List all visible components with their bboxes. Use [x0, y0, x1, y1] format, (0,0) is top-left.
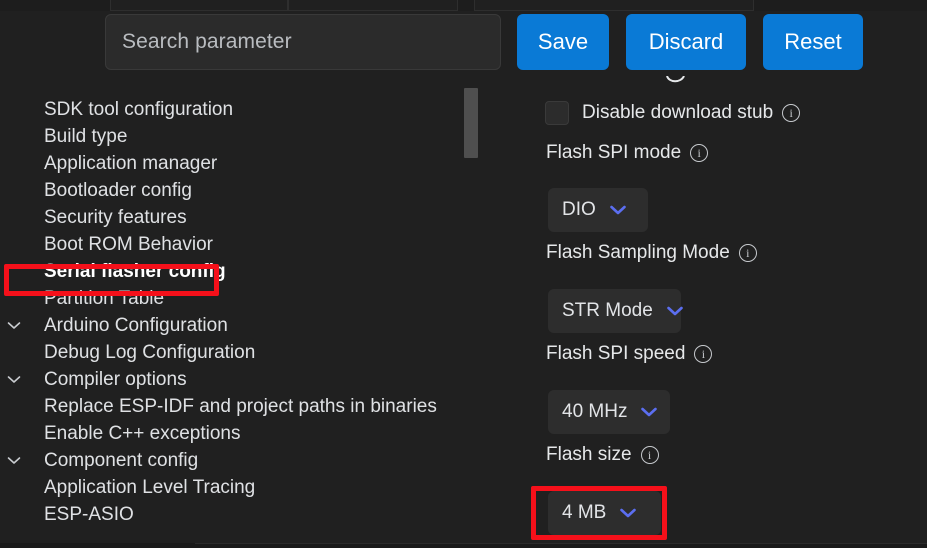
- sidebar-item-label: Enable C++ exceptions: [44, 422, 241, 444]
- flash-size-value: 4 MB: [562, 502, 607, 523]
- sidebar-item-serial-flasher-config[interactable]: Serial flasher config: [0, 258, 462, 285]
- sidebar-item-label: Boot ROM Behavior: [44, 233, 213, 255]
- settings-panel: Disable download stub i Flash SPI mode i…: [535, 78, 927, 548]
- sidebar-item-replace-esp-idf-and-project-paths-in-binaries[interactable]: Replace ESP-IDF and project paths in bin…: [0, 393, 462, 420]
- sidebar-item-sdk-tool-configuration[interactable]: SDK tool configuration: [0, 96, 462, 123]
- sidebar-item-build-type[interactable]: Build type: [0, 123, 462, 150]
- reset-button[interactable]: Reset: [763, 14, 863, 70]
- sidebar-item-label: ESP-ASIO: [44, 503, 134, 525]
- flash-spi-speed-dropdown[interactable]: 40 MHz: [548, 390, 670, 434]
- search-input[interactable]: Search parameter: [105, 14, 501, 70]
- tree-scrollbar-thumb[interactable]: [464, 88, 478, 158]
- sidebar-item-boot-rom-behavior[interactable]: Boot ROM Behavior: [0, 231, 462, 258]
- sidebar-item-label: Application Level Tracing: [44, 476, 256, 498]
- sidebar-item-label: Build type: [44, 125, 128, 147]
- flash-spi-speed-label: Flash SPI speed: [546, 343, 686, 364]
- sidebar-item-bootloader-config[interactable]: Bootloader config: [0, 177, 462, 204]
- sidebar-item-arduino-configuration[interactable]: Arduino Configuration: [0, 312, 462, 339]
- flash-spi-mode-dropdown[interactable]: DIO: [548, 188, 648, 232]
- sidebar-item-label: Component config: [44, 449, 199, 471]
- flash-size-dropdown[interactable]: 4 MB: [548, 491, 661, 535]
- sidebar-item-partition-table[interactable]: Partition Table: [0, 285, 462, 312]
- disable-download-stub-checkbox[interactable]: [545, 101, 569, 125]
- sidebar-item-application-level-tracing[interactable]: Application Level Tracing: [0, 474, 462, 501]
- sidebar-item-label: Debug Log Configuration: [44, 341, 256, 363]
- chevron-down-icon[interactable]: [0, 321, 28, 330]
- sidebar-item-component-config[interactable]: Component config: [0, 447, 462, 474]
- sidebar-item-label: Bootloader config: [44, 179, 192, 201]
- setting-flash-size-label-row: Flash size i: [546, 444, 659, 466]
- bottom-divider: [195, 543, 927, 544]
- flash-size-label: Flash size: [546, 444, 632, 465]
- setting-flash-sampling-mode-label-row: Flash Sampling Mode i: [546, 242, 757, 264]
- chrome-segment-right: [474, 0, 754, 11]
- info-icon[interactable]: i: [782, 104, 801, 122]
- flash-sampling-mode-value: STR Mode: [562, 300, 653, 321]
- chevron-down-icon: [667, 306, 683, 316]
- sidebar-item-label: Serial flasher config: [44, 260, 226, 282]
- chevron-down-icon[interactable]: [0, 375, 28, 384]
- flash-sampling-mode-label: Flash Sampling Mode: [546, 242, 730, 263]
- sidebar-item-enable-c-exceptions[interactable]: Enable C++ exceptions: [0, 420, 462, 447]
- info-icon[interactable]: i: [640, 446, 659, 464]
- parameter-tree[interactable]: SDK tool configuration Build type Applicat…: [0, 96, 462, 548]
- setting-flash-spi-mode-label-row: Flash SPI mode i: [546, 142, 709, 164]
- sidebar-item-esp-asio[interactable]: ESP-ASIO: [0, 501, 462, 528]
- chevron-down-icon: [620, 508, 637, 518]
- sidebar-item-label: SDK tool configuration: [44, 98, 234, 120]
- chevron-down-icon: [641, 407, 658, 417]
- discard-button[interactable]: Discard: [626, 14, 746, 70]
- info-icon[interactable]: i: [694, 345, 713, 363]
- sidebar-item-debug-log-configuration[interactable]: Debug Log Configuration: [0, 339, 462, 366]
- chevron-down-icon[interactable]: [0, 456, 28, 465]
- chrome-segment-middle: [288, 0, 458, 11]
- sidebar-item-label: Partition Table: [44, 287, 165, 309]
- flash-spi-mode-label: Flash SPI mode: [546, 142, 682, 163]
- flash-spi-mode-value: DIO: [562, 199, 596, 220]
- search-placeholder: Search parameter: [122, 30, 292, 53]
- top-chrome-strip: [0, 0, 927, 11]
- info-icon[interactable]: i: [690, 144, 709, 162]
- setting-disable-download-stub: Disable download stub i: [545, 101, 801, 125]
- flash-sampling-mode-dropdown[interactable]: STR Mode: [548, 289, 683, 333]
- sidebar-item-label: Replace ESP-IDF and project paths in bin…: [44, 395, 437, 417]
- sidebar-item-application-manager[interactable]: Application manager: [0, 150, 462, 177]
- chevron-down-icon: [609, 205, 626, 215]
- save-button[interactable]: Save: [517, 14, 609, 70]
- sidebar-item-label: Arduino Configuration: [44, 314, 228, 336]
- flash-spi-speed-value: 40 MHz: [562, 401, 628, 422]
- disable-download-stub-label: Disable download stub: [582, 102, 774, 123]
- info-icon[interactable]: i: [738, 244, 757, 262]
- sidebar-item-compiler-options[interactable]: Compiler options: [0, 366, 462, 393]
- sdk-configuration-editor: Search parameter Save Discard Reset SDK …: [0, 0, 927, 548]
- sidebar-item-label: Application manager: [44, 152, 218, 174]
- bottom-status-band: [0, 543, 927, 548]
- chrome-segment-left: [110, 0, 288, 11]
- sidebar-item-label: Compiler options: [44, 368, 187, 390]
- sidebar-item-label: Security features: [44, 206, 187, 228]
- sidebar-item-security-features[interactable]: Security features: [0, 204, 462, 231]
- setting-flash-spi-speed-label-row: Flash SPI speed i: [546, 343, 713, 365]
